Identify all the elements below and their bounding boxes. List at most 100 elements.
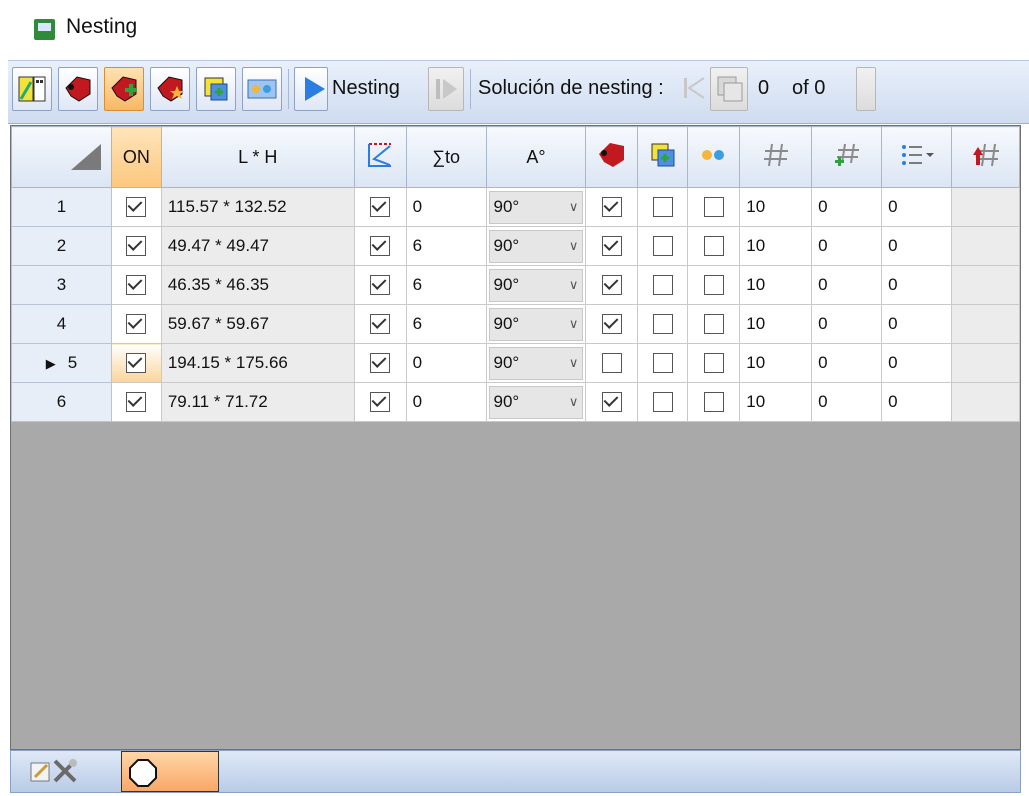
on-cell[interactable]: [110, 382, 162, 422]
tab-properties-tools[interactable]: [25, 755, 115, 787]
row-number-cell[interactable]: 6: [11, 382, 112, 422]
list-cell[interactable]: 0: [881, 343, 952, 383]
on-checkbox[interactable]: [126, 314, 147, 335]
piece-button[interactable]: [58, 67, 98, 111]
quantity-cell[interactable]: 10: [739, 226, 813, 266]
header-piece-icon[interactable]: [585, 126, 639, 188]
material-checkbox[interactable]: [703, 275, 724, 296]
piece-cell[interactable]: [585, 343, 639, 383]
tab-shape[interactable]: [121, 751, 219, 792]
quantity-cell[interactable]: 10: [739, 304, 813, 344]
list-cell[interactable]: 0: [881, 304, 952, 344]
angle-select[interactable]: 90° ∨: [488, 307, 584, 341]
header-material-icon[interactable]: [687, 126, 741, 188]
chevron-down-icon[interactable]: ∨: [569, 277, 579, 293]
header-hash-priority-icon[interactable]: [951, 126, 1020, 188]
angle-cell[interactable]: 90° ∨: [485, 343, 587, 383]
chevron-down-icon[interactable]: ∨: [569, 238, 579, 254]
import-checkbox[interactable]: [652, 353, 673, 374]
piece-cell[interactable]: [585, 382, 639, 422]
header-border-icon[interactable]: [353, 126, 407, 188]
on-checkbox[interactable]: [126, 392, 147, 413]
added-cell[interactable]: 0: [811, 304, 883, 344]
on-cell[interactable]: [110, 343, 162, 383]
border-cell[interactable]: [353, 343, 407, 383]
header-angle[interactable]: A°: [485, 126, 587, 188]
border-checkbox[interactable]: [370, 353, 391, 374]
piece-checkbox[interactable]: [601, 236, 622, 257]
import-checkbox[interactable]: [652, 275, 673, 296]
quantity-cell[interactable]: 10: [739, 265, 813, 305]
import-cell[interactable]: [637, 265, 689, 305]
angle-cell[interactable]: 90° ∨: [485, 382, 587, 422]
list-cell[interactable]: 0: [881, 265, 952, 305]
angle-select[interactable]: 90° ∨: [488, 190, 584, 224]
chevron-down-icon[interactable]: ∨: [569, 199, 579, 215]
step-button[interactable]: [428, 67, 464, 111]
header-hash-add-icon[interactable]: [811, 126, 883, 188]
row-number-cell[interactable]: 2: [11, 226, 112, 266]
corner-header[interactable]: [11, 126, 112, 188]
on-checkbox[interactable]: [126, 275, 147, 296]
sum-cell[interactable]: 6: [405, 304, 487, 344]
row-number-cell[interactable]: 3: [11, 265, 112, 305]
next-solution-button[interactable]: [856, 67, 876, 111]
import-cell[interactable]: [637, 187, 689, 227]
border-cell[interactable]: [353, 265, 407, 305]
piece-cell[interactable]: [585, 304, 639, 344]
first-solution-button[interactable]: [676, 67, 706, 111]
angle-cell[interactable]: 90° ∨: [485, 265, 587, 305]
piece-checkbox[interactable]: [601, 275, 622, 296]
material-cell[interactable]: [687, 265, 741, 305]
material-checkbox[interactable]: [703, 353, 724, 374]
import-cell[interactable]: [637, 382, 689, 422]
on-cell[interactable]: [110, 265, 162, 305]
border-checkbox[interactable]: [370, 197, 391, 218]
sheet-layout-button[interactable]: [12, 67, 52, 111]
sum-cell[interactable]: 0: [405, 382, 487, 422]
solution-list-button[interactable]: [710, 67, 748, 111]
table-row[interactable]: 2 49.47 * 49.47 6 90° ∨ 10 0 0: [11, 226, 1020, 266]
material-checkbox[interactable]: [703, 392, 724, 413]
run-nesting-button[interactable]: [294, 67, 328, 111]
border-checkbox[interactable]: [370, 275, 391, 296]
on-cell[interactable]: [110, 304, 162, 344]
material-cell[interactable]: [687, 382, 741, 422]
on-cell[interactable]: [110, 226, 162, 266]
added-cell[interactable]: 0: [811, 265, 883, 305]
added-cell[interactable]: 0: [811, 226, 883, 266]
table-row[interactable]: 6 79.11 * 71.72 0 90° ∨ 10 0 0: [11, 382, 1020, 422]
chevron-down-icon[interactable]: ∨: [569, 355, 579, 371]
chevron-down-icon[interactable]: ∨: [569, 394, 579, 410]
row-number-cell[interactable]: ▶ 5: [11, 343, 112, 383]
import-checkbox[interactable]: [652, 392, 673, 413]
import-cell[interactable]: [637, 304, 689, 344]
import-cell[interactable]: [637, 226, 689, 266]
angle-select[interactable]: 90° ∨: [488, 268, 584, 302]
piece-checkbox[interactable]: [601, 314, 622, 335]
header-hash-icon[interactable]: [739, 126, 813, 188]
material-cell[interactable]: [687, 343, 741, 383]
sum-cell[interactable]: 0: [405, 187, 487, 227]
material-cell[interactable]: [687, 187, 741, 227]
add-piece-button[interactable]: [104, 67, 144, 111]
list-cell[interactable]: 0: [881, 382, 952, 422]
material-checkbox[interactable]: [703, 236, 724, 257]
material-cell[interactable]: [687, 226, 741, 266]
angle-select[interactable]: 90° ∨: [488, 385, 584, 419]
import-checkbox[interactable]: [652, 236, 673, 257]
angle-cell[interactable]: 90° ∨: [485, 187, 587, 227]
nesting-label[interactable]: Nesting: [332, 77, 400, 100]
border-cell[interactable]: [353, 304, 407, 344]
border-cell[interactable]: [353, 382, 407, 422]
table-row[interactable]: 3 46.35 * 46.35 6 90° ∨ 10 0 0: [11, 265, 1020, 305]
on-checkbox[interactable]: [126, 353, 147, 374]
border-checkbox[interactable]: [370, 314, 391, 335]
added-cell[interactable]: 0: [811, 343, 883, 383]
sum-cell[interactable]: 6: [405, 226, 487, 266]
material-cell[interactable]: [687, 304, 741, 344]
border-checkbox[interactable]: [370, 236, 391, 257]
material-checkbox[interactable]: [703, 197, 724, 218]
table-row[interactable]: 4 59.67 * 59.67 6 90° ∨ 10 0 0: [11, 304, 1020, 344]
piece-checkbox[interactable]: [601, 197, 622, 218]
